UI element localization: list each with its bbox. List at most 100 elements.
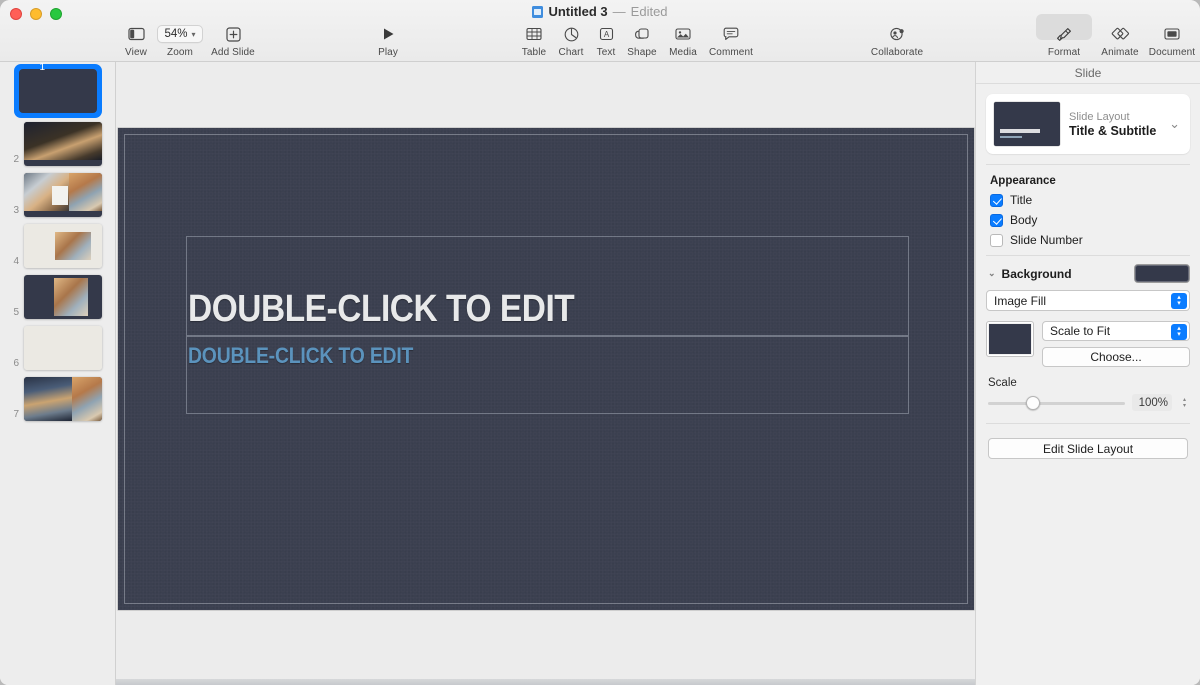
comment-label: Comment [709, 47, 753, 58]
scale-value-field[interactable]: 100% [1132, 394, 1172, 411]
slide-subtitle-text[interactable]: DOUBLE-CLICK TO EDIT [188, 343, 413, 369]
add-slide-label: Add Slide [211, 47, 255, 58]
format-label: Format [1048, 47, 1080, 58]
slide-6-preview[interactable] [24, 326, 102, 370]
slide-4-preview[interactable] [24, 224, 102, 268]
appearance-option-body[interactable]: Body [990, 213, 1200, 227]
layout-subtitle-line [1000, 136, 1022, 138]
checkbox-slide-number[interactable] [990, 234, 1003, 247]
comment-icon [723, 24, 739, 44]
document-tab[interactable]: Document [1141, 16, 1200, 58]
scale-stepper[interactable]: ▴▾ [1179, 394, 1190, 411]
slide-layout-caption: Slide Layout [1069, 110, 1160, 124]
play-button[interactable]: Play [371, 16, 405, 58]
select-stepper-icon[interactable]: ▴▾ [1171, 293, 1187, 309]
slide-canvas-area[interactable]: DOUBLE-CLICK TO EDIT DOUBLE-CLICK TO EDI… [116, 62, 975, 685]
slide-thumbnail-7[interactable]: 7 [0, 377, 116, 421]
divider [986, 423, 1190, 424]
media-label: Media [669, 47, 697, 58]
inspector-header: Slide [976, 62, 1200, 84]
appearance-section-title: Appearance [990, 175, 1200, 187]
background-label: Background [1002, 267, 1072, 281]
slide-thumbnail-5[interactable]: 5 [0, 275, 116, 319]
view-button[interactable]: View [121, 16, 151, 58]
checkbox-body[interactable] [990, 214, 1003, 227]
shape-button[interactable]: Shape [622, 16, 662, 58]
chevron-down-icon: ▾ [192, 30, 196, 39]
slide-thumbnail-2[interactable]: 2 [0, 122, 116, 166]
shape-label: Shape [627, 47, 656, 58]
slide-navigator[interactable]: 1 2 3 4 [0, 62, 116, 685]
appearance-option-slide-number[interactable]: Slide Number [990, 233, 1200, 247]
slide-thumbnail-6[interactable]: 6 [0, 326, 116, 370]
divider [986, 255, 1190, 256]
chevron-down-icon[interactable]: ⌄ [1169, 116, 1182, 132]
collaborate-label: Collaborate [871, 47, 923, 58]
select-stepper-icon[interactable]: ▴▾ [1171, 324, 1187, 340]
scale-slider[interactable] [988, 396, 1125, 410]
slide-title-text[interactable]: DOUBLE-CLICK TO EDIT [188, 288, 574, 331]
slide-thumbnail-4[interactable]: 4 [0, 224, 116, 268]
divider [986, 164, 1190, 165]
layout-title-line [1000, 129, 1040, 133]
slide-layout-text: Slide Layout Title & Subtitle [1069, 110, 1160, 139]
chart-button[interactable]: Chart [554, 16, 588, 58]
collaborate-button[interactable]: Collaborate [862, 16, 932, 58]
slide-2-preview[interactable] [24, 122, 102, 166]
animate-label: Animate [1101, 47, 1138, 58]
format-brush-icon [1056, 24, 1072, 44]
zoom-label: Zoom [167, 47, 193, 58]
slide-thumbnail-1[interactable]: 1 [0, 62, 116, 78]
toolbar: Untitled 3 — Edited View 54% ▾ Zoom [0, 0, 1200, 62]
slide-layout-card[interactable]: Slide Layout Title & Subtitle ⌄ [986, 94, 1190, 154]
disclosure-chevron-icon[interactable]: ⌄ [988, 268, 996, 279]
table-label: Table [522, 47, 546, 58]
sidebar-icon [128, 24, 145, 44]
appearance-slide-number-label: Slide Number [1010, 233, 1083, 247]
slider-knob[interactable] [1026, 396, 1040, 410]
slide-number-4: 4 [0, 256, 24, 268]
slide-3-preview[interactable] [24, 173, 102, 217]
media-button[interactable]: Media [663, 16, 703, 58]
scale-label: Scale [988, 377, 1200, 389]
background-fill-select[interactable]: Image Fill ▴▾ [986, 290, 1190, 311]
animate-tab[interactable]: Animate [1092, 16, 1148, 58]
slide-editor[interactable]: DOUBLE-CLICK TO EDIT DOUBLE-CLICK TO EDI… [118, 128, 974, 610]
slide-number-5: 5 [0, 307, 24, 319]
slide-5-preview[interactable] [24, 275, 102, 319]
format-tab[interactable]: Format [1036, 16, 1092, 58]
slide-thumbnail-3[interactable]: 3 [0, 173, 116, 217]
slide-layout-value: Title & Subtitle [1069, 124, 1160, 139]
zoom-control[interactable]: 54% ▾ Zoom [155, 16, 205, 58]
appearance-option-title[interactable]: Title [990, 193, 1200, 207]
text-button[interactable]: A Text [591, 16, 621, 58]
add-slide-button[interactable]: Add Slide [205, 16, 261, 58]
chart-icon [564, 24, 579, 44]
format-inspector: Slide Slide Layout Title & Subtitle ⌄ Ap… [975, 62, 1200, 685]
keynote-window: Untitled 3 — Edited View 54% ▾ Zoom [0, 0, 1200, 685]
plus-box-icon [226, 24, 241, 44]
background-label-group[interactable]: ⌄ Background [988, 267, 1072, 281]
slide-number-2: 2 [0, 154, 24, 166]
zoom-pill[interactable]: 54% ▾ [157, 25, 202, 43]
collaborate-icon [889, 24, 906, 44]
slide-number-7: 7 [0, 409, 24, 421]
scale-control-row: 100% ▴▾ [988, 394, 1190, 411]
background-header-row: ⌄ Background [988, 264, 1190, 283]
slide-7-preview[interactable] [24, 377, 102, 421]
appearance-body-label: Body [1010, 213, 1037, 227]
comment-button[interactable]: Comment [704, 16, 758, 58]
checkbox-title[interactable] [990, 194, 1003, 207]
appearance-title-label: Title [1010, 193, 1032, 207]
background-image-well[interactable] [986, 321, 1034, 357]
choose-image-button[interactable]: Choose... [1042, 347, 1190, 367]
animate-diamond-icon [1111, 24, 1130, 44]
next-slide-peek [116, 679, 975, 685]
shape-icon [634, 24, 650, 44]
play-label: Play [378, 47, 398, 58]
table-button[interactable]: Table [517, 16, 551, 58]
text-label: Text [597, 47, 616, 58]
background-color-well[interactable] [1134, 264, 1190, 283]
image-scale-mode-select[interactable]: Scale to Fit ▴▾ [1042, 321, 1190, 341]
edit-slide-layout-button[interactable]: Edit Slide Layout [988, 438, 1188, 459]
